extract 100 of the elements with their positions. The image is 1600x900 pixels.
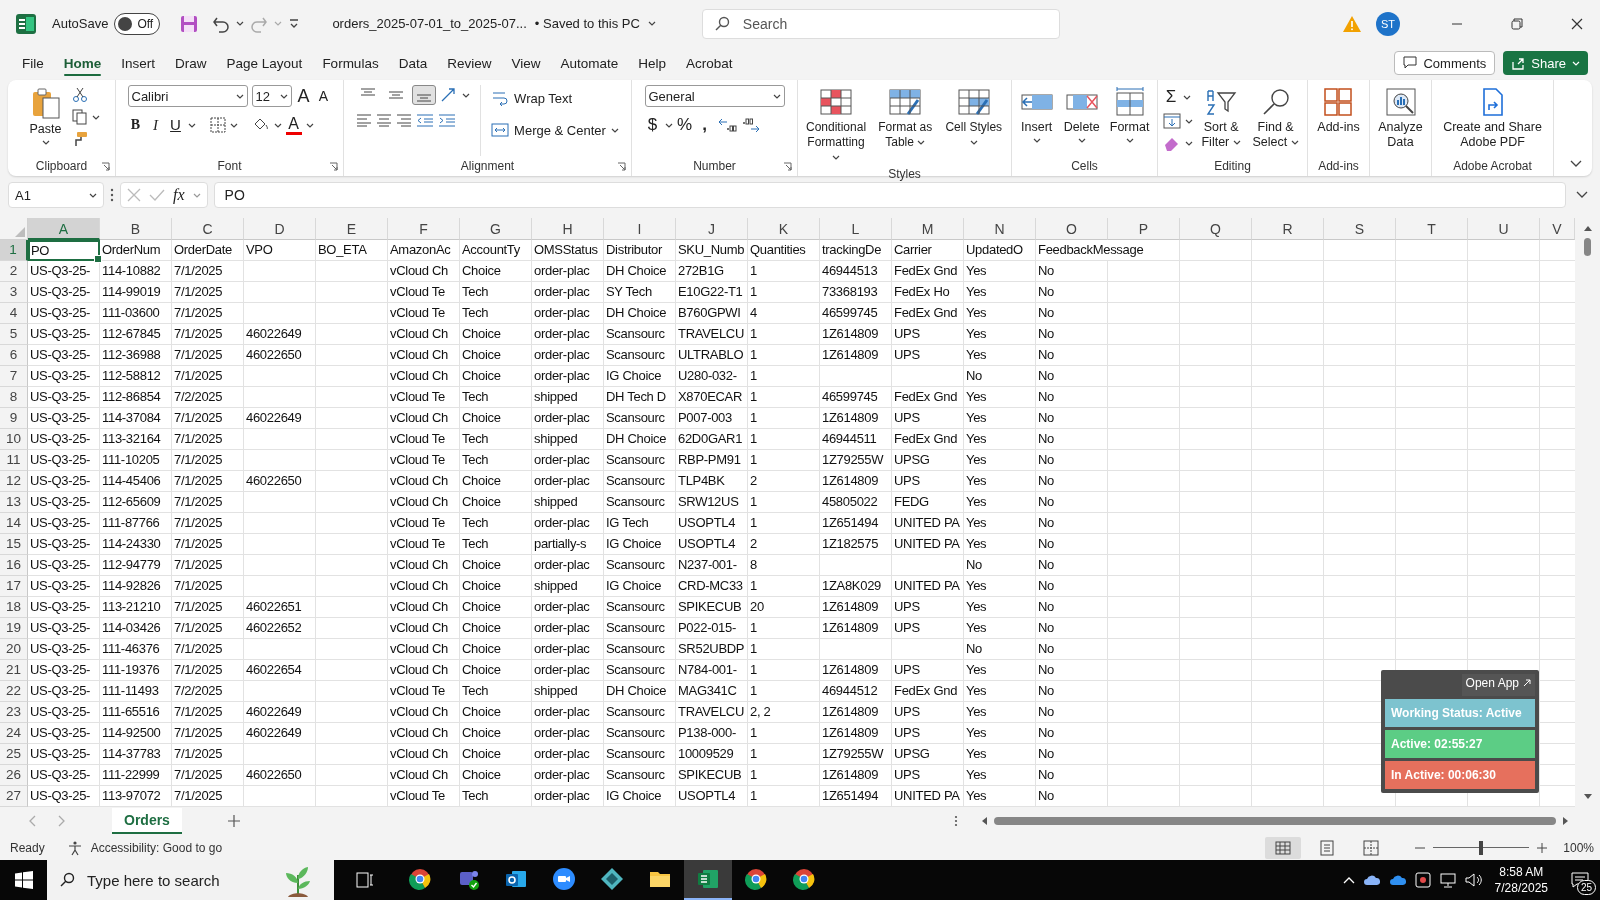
dialog-launcher-icon[interactable] <box>783 161 792 171</box>
font-color-button[interactable]: A <box>285 115 302 135</box>
row-number[interactable]: 14 <box>0 513 28 534</box>
menu-tab[interactable]: Page Layout <box>216 48 313 78</box>
scrollbar-thumb[interactable] <box>994 817 1556 825</box>
sort-filter-button[interactable]: Sort & Filter <box>1197 85 1246 152</box>
decrease-font-button[interactable]: A <box>315 86 332 106</box>
column-header[interactable]: O <box>1036 218 1108 240</box>
row-number[interactable]: 19 <box>0 618 28 639</box>
scroll-down-icon[interactable] <box>1582 793 1593 801</box>
merge-center-button[interactable]: Merge & Center <box>491 119 619 141</box>
menu-tab[interactable]: Help <box>628 48 677 78</box>
row-number[interactable]: 11 <box>0 450 28 471</box>
column-header[interactable]: A <box>28 218 100 240</box>
column-header[interactable]: C <box>172 218 244 240</box>
row-number[interactable]: 8 <box>0 387 28 408</box>
insert-function-button[interactable]: fx <box>173 186 185 204</box>
bold-button[interactable]: B <box>127 115 144 135</box>
underline-button[interactable]: U <box>167 115 184 135</box>
comma-style-button[interactable]: , <box>696 115 713 135</box>
row-number[interactable]: 26 <box>0 765 28 786</box>
align-left-icon[interactable] <box>356 113 373 127</box>
autosum-button[interactable]: Σ <box>1163 87 1179 107</box>
row-number[interactable]: 18 <box>0 597 28 618</box>
dialog-launcher-icon[interactable] <box>617 161 626 171</box>
currency-button[interactable]: $ <box>644 115 661 135</box>
create-pdf-button[interactable]: Create and Share Adobe PDF <box>1437 85 1548 152</box>
italic-button[interactable]: I <box>147 115 164 135</box>
format-button[interactable]: Format <box>1106 85 1153 145</box>
row-number[interactable]: 27 <box>0 786 28 807</box>
column-header[interactable]: U <box>1468 218 1540 240</box>
row-number[interactable]: 20 <box>0 639 28 660</box>
paste-button[interactable]: Paste <box>23 85 68 147</box>
row-number[interactable]: 6 <box>0 345 28 366</box>
conditional-formatting-button[interactable]: Conditional Formatting <box>803 85 870 167</box>
row-number[interactable]: 2 <box>0 261 28 282</box>
autosave-toggle[interactable]: Off <box>114 12 161 35</box>
name-box[interactable]: A1 <box>8 182 104 208</box>
menu-tab[interactable]: Insert <box>111 48 166 78</box>
column-header[interactable]: V <box>1540 218 1575 240</box>
menu-tab[interactable]: Automate <box>550 48 629 78</box>
column-header[interactable]: M <box>892 218 964 240</box>
show-hidden-icon[interactable] <box>1342 876 1355 884</box>
row-number[interactable]: 25 <box>0 744 28 765</box>
expand-icon[interactable] <box>1576 191 1588 199</box>
column-header[interactable]: N <box>964 218 1036 240</box>
comments-button[interactable]: Comments <box>1394 51 1496 75</box>
analyze-data-button[interactable]: Analyze Data <box>1375 85 1426 152</box>
increase-font-button[interactable]: A <box>295 86 312 106</box>
dialog-launcher-icon[interactable] <box>329 161 338 171</box>
column-header[interactable]: H <box>532 218 604 240</box>
file-name-button[interactable]: orders_2025-07-01_to_2025-07... • Saved to this PC <box>328 9 660 38</box>
borders-icon[interactable] <box>209 117 226 133</box>
row-number[interactable]: 5 <box>0 324 28 345</box>
column-header[interactable]: D <box>244 218 316 240</box>
format-as-table-button[interactable]: Format as Table <box>873 85 938 152</box>
scroll-left-icon[interactable] <box>980 816 988 826</box>
cell-value[interactable]: PO <box>28 240 100 261</box>
menu-tab[interactable]: Acrobat <box>676 48 743 78</box>
more-icon[interactable] <box>954 815 958 827</box>
eraser-icon[interactable] <box>1163 135 1181 151</box>
menu-tab[interactable]: Formulas <box>312 48 389 78</box>
font-name-field[interactable]: Calibri <box>127 85 248 107</box>
close-icon[interactable] <box>1571 17 1583 30</box>
percent-button[interactable]: % <box>676 115 693 135</box>
column-header[interactable]: J <box>676 218 748 240</box>
sheet-tab[interactable]: Orders <box>112 808 182 834</box>
customize-icon[interactable] <box>288 17 301 30</box>
menu-tab[interactable]: View <box>501 48 551 78</box>
start-icon[interactable] <box>15 871 33 889</box>
delete-button[interactable]: Delete <box>1060 85 1103 145</box>
row-number[interactable]: 3 <box>0 282 28 303</box>
increase-decimal-icon[interactable] <box>716 117 737 133</box>
user-avatar[interactable]: ST <box>1376 11 1400 36</box>
menu-tab[interactable]: Review <box>437 48 502 78</box>
vertical-align-button[interactable] <box>412 85 437 105</box>
fill-down-icon[interactable] <box>1163 113 1181 129</box>
row-number[interactable]: 15 <box>0 534 28 555</box>
row-number[interactable]: 13 <box>0 492 28 513</box>
formula-field[interactable]: PO <box>213 182 1566 208</box>
menu-tab[interactable]: Home <box>53 48 112 78</box>
column-header[interactable]: G <box>460 218 532 240</box>
view-button[interactable] <box>1265 836 1302 859</box>
column-header[interactable]: B <box>100 218 172 240</box>
align-center-icon[interactable] <box>376 113 393 127</box>
wrap-text-button[interactable]: Wrap Text <box>491 87 619 109</box>
menu-tab[interactable]: Data <box>388 48 438 78</box>
scroll-right-icon[interactable] <box>1562 816 1570 826</box>
taskbar-clock[interactable]: 8:58 AM 7/28/2025 <box>1494 864 1548 896</box>
zoom-percent[interactable]: 100% <box>1563 840 1594 855</box>
menu-tab[interactable]: Draw <box>165 48 217 78</box>
number-format-field[interactable]: General <box>644 85 785 107</box>
copy-icon[interactable] <box>71 109 88 125</box>
row-number[interactable]: 21 <box>0 660 28 681</box>
row-number[interactable]: 9 <box>0 408 28 429</box>
open-app-link[interactable]: Open App <box>1461 674 1535 696</box>
column-header[interactable]: T <box>1396 218 1468 240</box>
restore-icon[interactable] <box>1511 17 1523 30</box>
find-select-button[interactable]: Find & Select <box>1249 85 1302 152</box>
tray-app-icon[interactable] <box>1414 872 1431 888</box>
